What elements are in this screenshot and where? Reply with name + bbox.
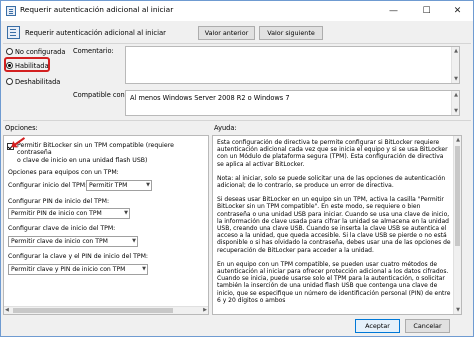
- title-bar: Requerir autenticación adicional al inic…: [1, 1, 473, 21]
- comment-scrollbar[interactable]: ▲ ▼: [451, 47, 459, 83]
- radio-disabled-label: Deshabilitada: [15, 78, 61, 86]
- tpm-pin-value: Permitir PIN de inicio con TPM: [11, 210, 102, 217]
- help-panel: Esta configuración de directiva te permi…: [212, 135, 462, 315]
- scroll-thumb[interactable]: [13, 308, 173, 313]
- tpm-startup-select[interactable]: Permitir TPM ▼: [86, 180, 152, 191]
- tpm-startup-value: Permitir TPM: [89, 182, 128, 189]
- previous-setting-button[interactable]: Valor anterior: [198, 26, 255, 40]
- supported-on-value: Al menos Windows Server 2008 R2 o Window…: [130, 94, 290, 102]
- comment-label: Comentario:: [73, 47, 114, 55]
- options-label: Opciones:: [5, 124, 38, 132]
- next-setting-button[interactable]: Valor siguiente: [259, 26, 323, 40]
- tpm-key-select[interactable]: Permitir clave de inicio con TPM ▼: [8, 236, 138, 247]
- scroll-down-icon[interactable]: ▼: [452, 75, 460, 83]
- supported-on-box: Al menos Windows Server 2008 R2 o Window…: [125, 90, 460, 116]
- help-paragraph: Nota: al iniciar, solo se puede solicita…: [217, 174, 446, 190]
- help-paragraph: Esta configuración de directiva te permi…: [217, 139, 448, 168]
- allow-bitlocker-without-tpm-option[interactable]: Permitir BitLocker sin un TPM compatible…: [7, 137, 197, 164]
- ok-button[interactable]: Aceptar: [355, 319, 400, 333]
- scroll-right-icon[interactable]: ▶: [203, 307, 207, 313]
- policy-title: Requerir autenticación adicional al inic…: [25, 29, 166, 37]
- allow-bitlocker-label-line1: Permitir BitLocker sin un TPM compatible…: [17, 142, 174, 157]
- tpm-key-pin-select[interactable]: Permitir clave y PIN de inicio con TPM ▼: [8, 264, 148, 275]
- radio-enabled-label: Habilitada: [15, 62, 49, 70]
- tpm-key-label: Configurar clave de inicio del TPM:: [8, 225, 116, 232]
- scroll-down-icon[interactable]: ▼: [452, 107, 460, 115]
- chevron-down-icon[interactable]: ▼: [124, 209, 128, 218]
- comment-textarea[interactable]: ▲ ▼: [125, 46, 460, 84]
- help-text: Esta configuración de directiva te permi…: [217, 139, 451, 311]
- tpm-key-value: Permitir clave de inicio con TPM: [11, 238, 108, 245]
- section-divider: [3, 120, 471, 121]
- close-button[interactable]: ✕: [441, 1, 473, 21]
- policy-icon: [6, 6, 16, 16]
- scroll-up-icon[interactable]: ▲: [452, 91, 460, 99]
- scroll-up-icon[interactable]: ▲: [452, 47, 460, 55]
- radio-not-configured-circle[interactable]: [6, 48, 13, 55]
- maximize-button[interactable]: ☐: [410, 1, 443, 21]
- radio-enabled-circle[interactable]: [6, 62, 13, 69]
- chevron-down-icon[interactable]: ▼: [132, 237, 136, 246]
- radio-enabled[interactable]: Habilitada: [6, 62, 49, 70]
- scroll-thumb[interactable]: [455, 146, 460, 246]
- chevron-down-icon[interactable]: ▼: [146, 181, 150, 190]
- tpm-key-pin-label: Configurar la clave y el PIN de inicio d…: [8, 253, 149, 260]
- policy-setting-icon: [7, 26, 20, 39]
- tpm-pin-label: Configurar PIN de inicio del TPM:: [8, 198, 110, 205]
- radio-not-configured[interactable]: No configurada: [6, 48, 65, 56]
- policy-dialog: Requerir autenticación adicional al inic…: [0, 0, 474, 337]
- header-divider: [3, 43, 471, 44]
- help-paragraph: En un equipo con un TPM compatible, se p…: [217, 260, 451, 304]
- chevron-down-icon[interactable]: ▼: [142, 265, 146, 274]
- supported-scrollbar[interactable]: ▲ ▼: [451, 91, 459, 115]
- minimize-button[interactable]: —: [377, 1, 410, 21]
- tpm-key-pin-value: Permitir clave y PIN de inicio con TPM: [11, 266, 126, 273]
- tpm-options-label: Opciones para equipos con un TPM:: [8, 169, 119, 176]
- help-label: Ayuda:: [214, 124, 237, 132]
- cancel-button[interactable]: Cancelar: [405, 319, 450, 333]
- radio-disabled[interactable]: Deshabilitada: [6, 78, 60, 86]
- tpm-pin-select[interactable]: Permitir PIN de inicio con TPM ▼: [8, 208, 130, 219]
- scroll-up-icon[interactable]: ▲: [454, 136, 461, 144]
- options-panel: Permitir BitLocker sin un TPM compatible…: [3, 135, 209, 315]
- window-title: Requerir autenticación adicional al inic…: [20, 5, 174, 14]
- help-paragraph: Si deseas usar BitLocker en un equipo si…: [217, 196, 451, 254]
- scroll-left-icon[interactable]: ◀: [5, 307, 9, 313]
- allow-bitlocker-label-line2: o clave de inicio en una unidad flash US…: [17, 156, 148, 164]
- radio-disabled-circle[interactable]: [6, 78, 13, 85]
- tpm-startup-label: Configurar inicio del TPM:: [8, 182, 88, 189]
- radio-not-configured-label: No configurada: [15, 48, 66, 56]
- scroll-down-icon[interactable]: ▼: [454, 306, 461, 314]
- supported-on-label: Compatible con:: [73, 91, 127, 99]
- options-horizontal-scrollbar[interactable]: ◀ ▶: [4, 306, 208, 314]
- help-scrollbar[interactable]: ▲ ▼: [453, 136, 461, 314]
